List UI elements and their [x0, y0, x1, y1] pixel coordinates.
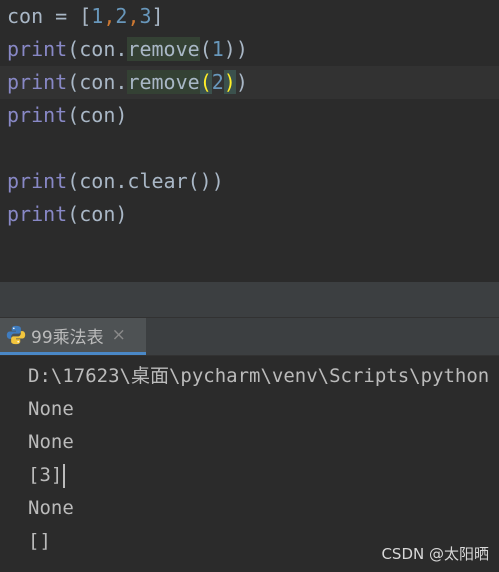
number-token: 2 — [211, 70, 224, 94]
run-tool-window-tabbar: 99乘法表 × — [0, 318, 499, 356]
paren-token: )) — [223, 37, 248, 61]
panel-splitter[interactable] — [0, 282, 499, 318]
console-line: [3] — [28, 464, 63, 486]
comma-token: , — [127, 4, 140, 28]
code-token: (con) — [67, 103, 128, 127]
variable-token: con — [7, 4, 44, 28]
code-editor[interactable]: con = [1,2,3] print(con.remove(1)) print… — [0, 0, 499, 282]
paren-token: ( — [199, 37, 212, 61]
code-line-6[interactable]: print(con.clear()) — [0, 165, 499, 198]
number-token: 1 — [211, 37, 224, 61]
console-line-with-caret: [3] — [28, 459, 66, 492]
print-keyword: print — [7, 37, 68, 61]
code-line-2[interactable]: print(con.remove(1)) — [0, 33, 499, 66]
code-token: (con) — [67, 202, 128, 226]
number-token: 1 — [91, 4, 104, 28]
text-caret — [63, 463, 66, 488]
print-keyword: print — [7, 103, 68, 127]
console-output[interactable]: D:\17623\桌面\pycharm\venv\Scripts\python … — [0, 356, 499, 572]
code-token: (con.clear()) — [67, 169, 224, 193]
bracket-token: ] — [151, 4, 164, 28]
print-keyword: print — [7, 70, 68, 94]
console-line: None — [28, 398, 74, 420]
matched-paren-token: ( — [199, 70, 212, 94]
code-token: (con. — [67, 70, 128, 94]
number-token: 3 — [139, 4, 152, 28]
matched-paren-token: ) — [223, 70, 236, 94]
code-token: (con. — [67, 37, 128, 61]
method-token: remove — [127, 37, 200, 61]
number-token: 2 — [115, 4, 128, 28]
code-line-4[interactable]: print(con) — [0, 99, 499, 132]
print-keyword: print — [7, 202, 68, 226]
python-icon — [6, 325, 26, 345]
code-line-1[interactable]: con = [1,2,3] — [0, 0, 499, 33]
code-line-5[interactable] — [0, 132, 499, 165]
code-line-7[interactable]: print(con) — [0, 198, 499, 231]
print-keyword: print — [7, 169, 68, 193]
close-icon[interactable]: × — [112, 325, 126, 345]
run-tab[interactable]: 99乘法表 × — [0, 318, 146, 355]
console-line: None — [28, 497, 74, 519]
method-token: remove — [127, 70, 200, 94]
code-line-3[interactable]: print(con.remove(2)) — [0, 66, 499, 99]
comma-token: , — [103, 4, 116, 28]
paren-token: ) — [235, 70, 248, 94]
bracket-token: [ — [79, 4, 92, 28]
operator-token: = — [43, 4, 80, 28]
watermark: CSDN @太阳晒 — [381, 545, 489, 563]
console-line: None — [28, 431, 74, 453]
run-tab-label: 99乘法表 — [31, 327, 104, 348]
console-line: [] — [28, 530, 51, 552]
console-line: D:\17623\桌面\pycharm\venv\Scripts\python — [28, 365, 490, 387]
